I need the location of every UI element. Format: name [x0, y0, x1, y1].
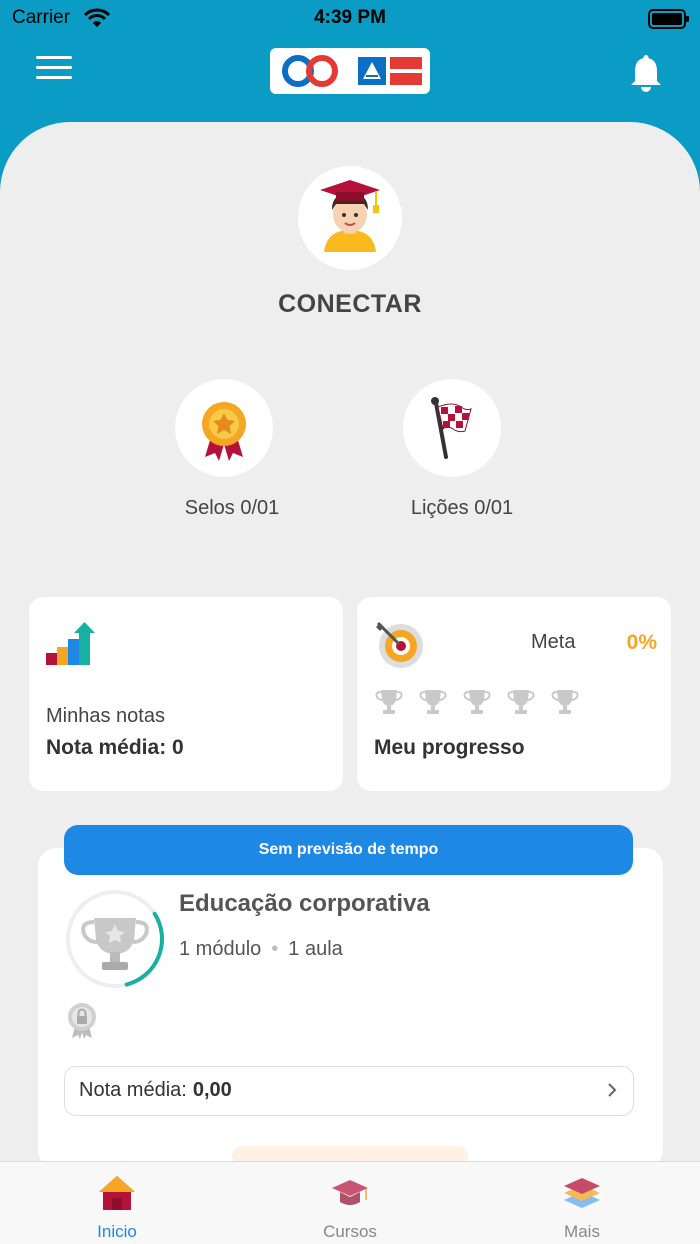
licoes-badge-button[interactable]: [403, 379, 501, 477]
bar-chart-growth-icon: [46, 622, 95, 665]
tab-cursos-label: Cursos: [323, 1222, 377, 1241]
next-course-peek: [232, 1146, 468, 1162]
graduation-cap-icon: [332, 1180, 368, 1205]
status-bar: Carrier 4:39 PM: [0, 0, 700, 36]
home-icon: [99, 1176, 135, 1210]
trophy-icon: [373, 687, 405, 717]
target-icon: [376, 621, 423, 668]
licoes-label: Lições 0/01: [410, 497, 514, 519]
clock: 4:39 PM: [314, 7, 386, 28]
app-logo: [270, 48, 430, 94]
tab-cursos[interactable]: Cursos: [270, 1162, 430, 1244]
tab-inicio-label: Inicio: [97, 1222, 137, 1241]
course-meta: 1 módulo • 1 aula: [179, 938, 343, 960]
course-grade-row[interactable]: Nota média: 0,00: [64, 1066, 634, 1116]
time-estimate-pill: Sem previsão de tempo: [64, 825, 633, 875]
hamburger-menu-icon[interactable]: [36, 56, 72, 86]
trophy-icon: [505, 687, 537, 717]
checkered-flag-icon: [431, 397, 472, 459]
trophy-row: [373, 687, 593, 717]
grades-title: Minhas notas: [46, 705, 165, 727]
course-grade-label: Nota média:: [79, 1079, 187, 1101]
tab-mais-label: Mais: [564, 1222, 600, 1241]
bottom-tab-bar: Inicio Cursos Mais: [0, 1161, 700, 1244]
course-modules: 1 módulo: [179, 938, 262, 960]
medal-icon: [202, 402, 246, 461]
battery-icon: [648, 9, 689, 29]
progress-card[interactable]: Meta 0% Meu progresso: [357, 597, 671, 791]
meta-label: Meta: [531, 631, 576, 653]
app-header: [0, 36, 700, 116]
notification-bell-icon[interactable]: [628, 54, 664, 94]
grades-card[interactable]: Minhas notas Nota média: 0: [29, 597, 343, 791]
tab-mais[interactable]: Mais: [502, 1162, 662, 1244]
chevron-right-icon: [608, 1083, 617, 1097]
progress-title: Meu progresso: [374, 736, 525, 759]
locked-certificate-icon: [68, 1003, 96, 1039]
profile-name: CONECTAR: [278, 290, 422, 318]
trophy-icon: [461, 687, 493, 717]
grades-average: Nota média: 0: [46, 736, 184, 759]
main-content: CONECTAR Selos 0/01 Lições 0/01 Minhas n…: [0, 122, 700, 1162]
selos-badge-button[interactable]: [175, 379, 273, 477]
course-lessons: 1 aula: [288, 938, 343, 960]
profile-avatar[interactable]: [298, 166, 402, 270]
trophy-icon: [549, 687, 581, 717]
selos-label: Selos 0/01: [184, 497, 280, 519]
course-title: Educação corporativa: [179, 890, 430, 917]
tab-inicio[interactable]: Inicio: [37, 1162, 197, 1244]
course-grade-value: 0,00: [192, 1079, 232, 1101]
layers-icon: [564, 1178, 600, 1208]
course-progress-ring: [66, 890, 164, 988]
infinity-logo-icon: [282, 55, 422, 87]
meta-value: 0%: [626, 631, 657, 654]
graduate-avatar-icon: [320, 180, 380, 252]
trophy-icon: [417, 687, 449, 717]
